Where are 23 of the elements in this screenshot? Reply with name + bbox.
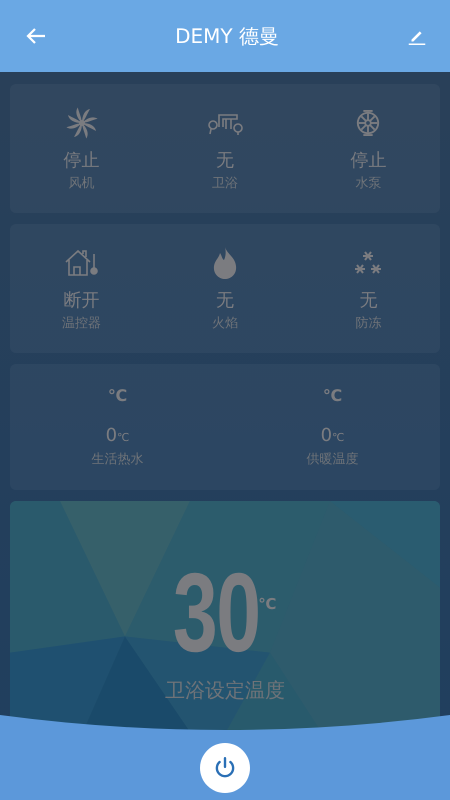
status-label: 风机 bbox=[68, 174, 95, 192]
unit-label: ℃ bbox=[322, 386, 342, 405]
temperature-reading: 0℃ bbox=[320, 425, 344, 446]
status-value: 无 bbox=[359, 288, 378, 312]
status-label: 卫浴 bbox=[212, 174, 238, 192]
reading-label: 生活热水 bbox=[92, 451, 144, 468]
status-label: 温控器 bbox=[62, 314, 102, 332]
setpoint-label: 卫浴设定温度 bbox=[165, 677, 285, 704]
fan-icon bbox=[66, 106, 98, 140]
status-value: 停止 bbox=[350, 148, 386, 172]
status-value: 停止 bbox=[64, 148, 100, 172]
reading-label: 供暖温度 bbox=[306, 451, 358, 468]
setpoint-temperature: 30 bbox=[172, 563, 260, 663]
unit-label: ℃ bbox=[108, 386, 128, 405]
unit-label: ℃ bbox=[258, 595, 276, 613]
status-label: 火焰 bbox=[212, 314, 238, 332]
status-value: 无 bbox=[216, 288, 234, 312]
status-label: 防冻 bbox=[355, 314, 382, 332]
status-value: 断开 bbox=[64, 288, 100, 312]
temperature-reading: 0℃ bbox=[106, 425, 130, 446]
status-value: 无 bbox=[216, 148, 234, 172]
status-label: 水泵 bbox=[355, 174, 382, 192]
device-title: DEMY 德曼 bbox=[175, 22, 279, 50]
